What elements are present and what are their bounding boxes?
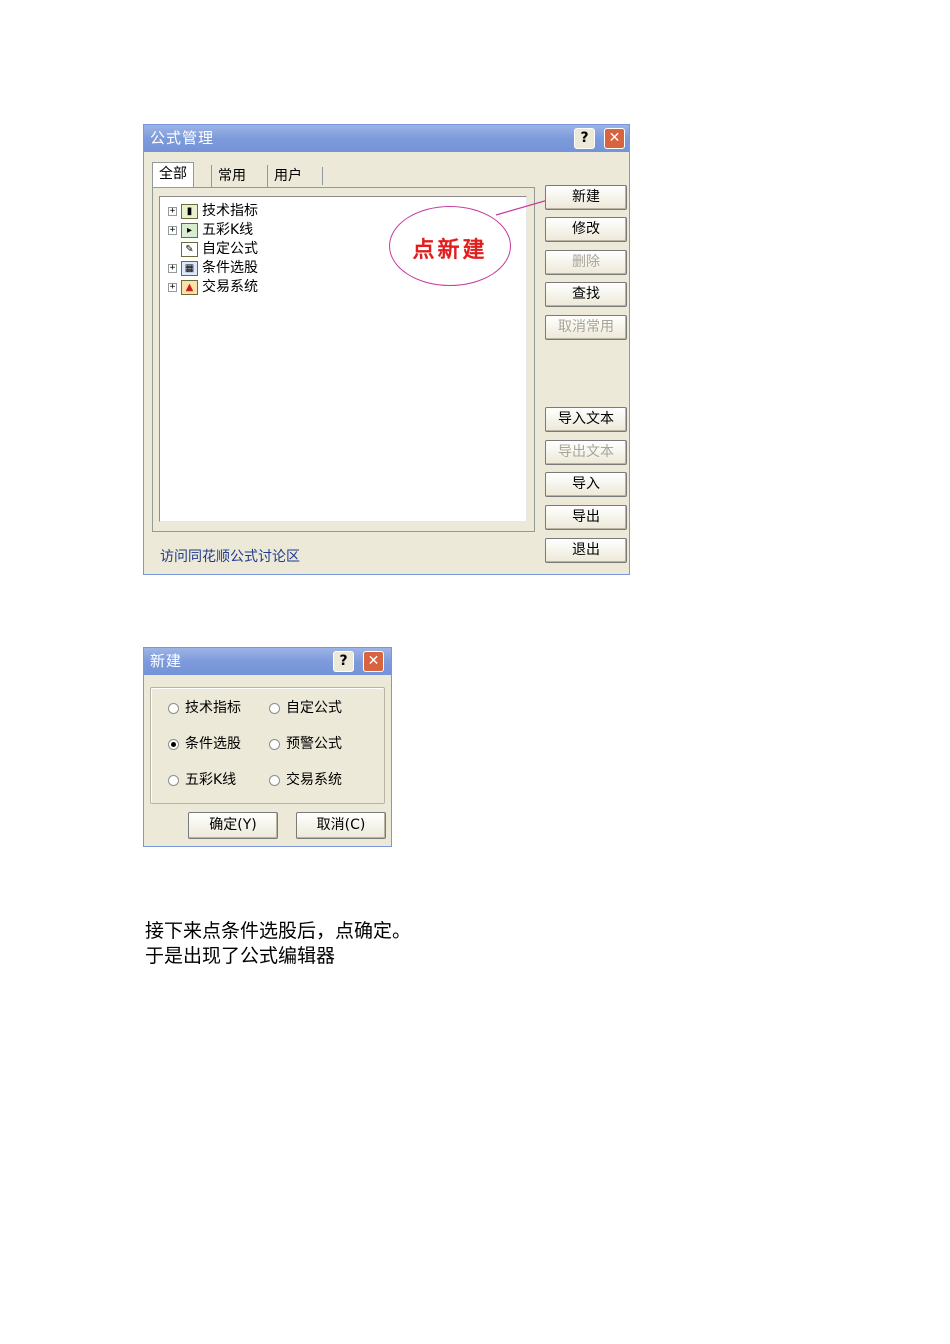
tree-item-label: 条件选股 [202, 260, 258, 276]
import-button[interactable]: 导入 [545, 472, 627, 497]
annotation-text: 点新建 [412, 237, 488, 263]
pencil-icon: ✎ [181, 241, 198, 257]
tree-item-label: 技术指标 [202, 203, 258, 219]
help-icon[interactable]: ? [574, 128, 595, 149]
help-icon[interactable]: ? [333, 651, 354, 672]
export-text-button[interactable]: 导出文本 [545, 440, 627, 465]
bar-chart-icon: ▮ [181, 203, 198, 219]
formula-manager-window: 公式管理 ? ✕ 全部 常用 用户 + ▮ 技术指标 + ▸ 五彩K线 ✎ 自定公式 + ▦… [143, 124, 630, 575]
import-text-button[interactable]: 导入文本 [545, 407, 627, 432]
annotation-ellipse: 点新建 [389, 206, 511, 286]
new-dialog-window: 新建 ? ✕ 技术指标 自定公式 条件选股 预警公式 五彩K线 交易系统 确定(… [143, 647, 392, 847]
radio-label: 五彩K线 [185, 772, 237, 788]
window-title: 公式管理 [150, 129, 215, 147]
radio-stock-selection[interactable]: 条件选股 [168, 735, 241, 753]
radio-alert[interactable]: 预警公式 [269, 735, 342, 753]
radio-label: 条件选股 [185, 736, 241, 752]
tab-panel: + ▮ 技术指标 + ▸ 五彩K线 ✎ 自定公式 + ▦ 条件选股 + ▲ 交易系统 点新建 [152, 187, 535, 532]
tab-end-divider [322, 167, 323, 185]
new-button[interactable]: 新建 [545, 185, 627, 210]
export-button[interactable]: 导出 [545, 505, 627, 530]
tab-common[interactable]: 常用 [211, 165, 252, 187]
radio-label: 交易系统 [286, 772, 342, 788]
find-button[interactable]: 查找 [545, 282, 627, 307]
forum-link[interactable]: 访问同花顺公式讨论区 [160, 546, 300, 566]
caption-line-1: 接下来点条件选股后，点确定。 [145, 920, 412, 942]
tree-line [168, 245, 177, 254]
tree-item-stock-selection[interactable]: + ▦ 条件选股 [168, 259, 258, 278]
radio-button[interactable] [168, 774, 179, 786]
expand-icon[interactable]: + [168, 225, 177, 235]
ok-button[interactable]: 确定(Y) [188, 812, 278, 839]
cancel-button[interactable]: 取消(C) [296, 812, 386, 839]
kline-icon: ▸ [181, 222, 198, 238]
modify-button[interactable]: 修改 [545, 217, 627, 242]
radio-button[interactable] [269, 774, 280, 786]
radio-kline[interactable]: 五彩K线 [168, 771, 236, 789]
cancel-common-button[interactable]: 取消常用 [545, 315, 627, 340]
delete-button[interactable]: 删除 [545, 250, 627, 275]
up-arrow-icon: ▲ [181, 279, 198, 295]
close-icon[interactable]: ✕ [363, 651, 384, 672]
radio-label: 预警公式 [286, 736, 342, 752]
tree-item-label: 五彩K线 [202, 222, 254, 238]
tree-item-technical[interactable]: + ▮ 技术指标 [168, 202, 258, 221]
radio-label: 自定公式 [286, 700, 342, 716]
expand-icon[interactable]: + [168, 206, 177, 216]
radio-button[interactable] [269, 738, 280, 750]
tree-item-trading-system[interactable]: + ▲ 交易系统 [168, 278, 258, 297]
expand-icon[interactable]: + [168, 263, 177, 273]
tree-item-kline[interactable]: + ▸ 五彩K线 [168, 221, 253, 240]
tree-item-label: 自定公式 [202, 241, 258, 257]
radio-button[interactable] [168, 738, 179, 750]
tree-item-label: 交易系统 [202, 279, 258, 295]
radio-technical[interactable]: 技术指标 [168, 699, 241, 717]
title-bar: 新建 ? ✕ [144, 648, 391, 675]
exit-button[interactable]: 退出 [545, 538, 627, 563]
expand-icon[interactable]: + [168, 282, 177, 292]
radio-trading-system[interactable]: 交易系统 [269, 771, 342, 789]
tab-user[interactable]: 用户 [267, 165, 308, 187]
formula-tree[interactable]: + ▮ 技术指标 + ▸ 五彩K线 ✎ 自定公式 + ▦ 条件选股 + ▲ 交易系统 点新建 [159, 196, 527, 522]
window-title: 新建 [150, 652, 183, 670]
title-bar: 公式管理 ? ✕ [144, 125, 629, 152]
radio-label: 技术指标 [185, 700, 241, 716]
caption-line-2: 于是出现了公式编辑器 [145, 945, 336, 967]
radio-button[interactable] [269, 702, 280, 714]
stock-selection-icon: ▦ [181, 260, 198, 276]
tab-all[interactable]: 全部 [152, 162, 194, 188]
close-icon[interactable]: ✕ [604, 128, 625, 149]
radio-custom[interactable]: 自定公式 [269, 699, 342, 717]
radio-button[interactable] [168, 702, 179, 714]
tree-item-custom[interactable]: ✎ 自定公式 [168, 240, 258, 259]
